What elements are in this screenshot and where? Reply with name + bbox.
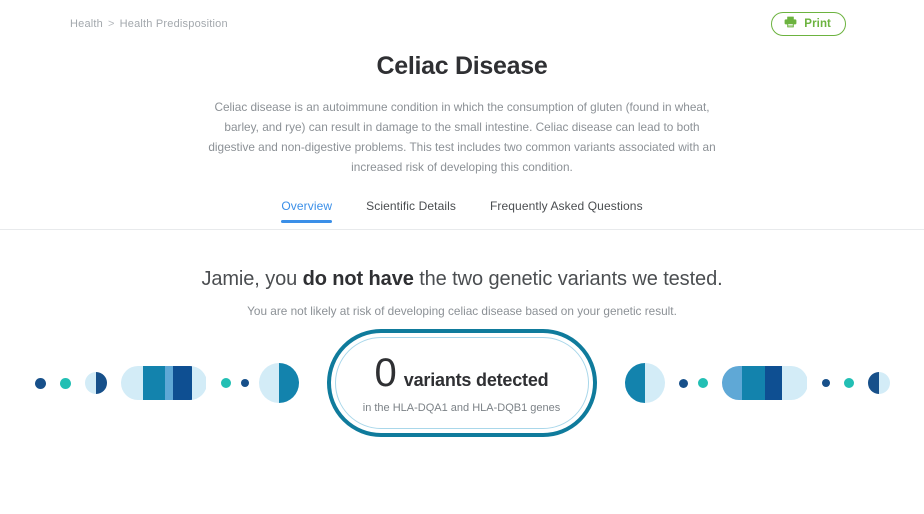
deco-dot-teal (60, 378, 71, 389)
print-button[interactable]: Print (771, 12, 846, 36)
tab-overview-label: Overview (281, 199, 332, 213)
tab-bar: Overview Scientific Details Frequently A… (0, 199, 924, 230)
deco-r-dot-teal-2 (844, 378, 854, 388)
deco-r-dot-navy-2 (822, 379, 830, 387)
result-headline-suffix: the two genetic variants we tested. (414, 268, 723, 290)
breadcrumb: Health > Health Predisposition (70, 18, 228, 30)
page-title: Celiac Disease (0, 48, 924, 81)
tab-frequently-asked-questions[interactable]: Frequently Asked Questions (490, 199, 643, 222)
deco-r-dot-navy (679, 379, 688, 388)
print-button-label: Print (804, 18, 831, 30)
deco-dot-navy (35, 378, 46, 389)
variant-genes-text: in the HLA-DQA1 and HLA-DQB1 genes (363, 402, 561, 414)
deco-r-half-circle-small (868, 372, 890, 394)
breadcrumb-item-health[interactable]: Health (70, 18, 103, 30)
result-headline: Jamie, you do not have the two genetic v… (0, 268, 924, 291)
tab-scientific-details[interactable]: Scientific Details (366, 199, 456, 222)
deco-dot-teal-2 (221, 378, 231, 388)
breadcrumb-item-health-predisposition[interactable]: Health Predisposition (120, 18, 228, 30)
result-section: Jamie, you do not have the two genetic v… (0, 268, 924, 318)
deco-pill-large (121, 366, 207, 400)
tab-faq-label: Frequently Asked Questions (490, 199, 643, 213)
deco-half-circle-small (85, 372, 107, 394)
variant-count-number: 0 (375, 353, 397, 393)
top-bar: Health > Health Predisposition Print (0, 0, 924, 48)
deco-dot-navy-2 (241, 379, 249, 387)
deco-r-pill-large (722, 366, 808, 400)
result-headline-emphasis: do not have (303, 268, 414, 290)
result-headline-prefix: Jamie, you (201, 268, 302, 290)
tab-scientific-details-label: Scientific Details (366, 199, 456, 213)
printer-icon (784, 15, 797, 33)
variant-count-label: variants detected (404, 370, 549, 391)
breadcrumb-separator: > (108, 18, 115, 30)
tab-overview[interactable]: Overview (281, 199, 332, 222)
variant-badge-row: 0 variants detected in the HLA-DQA1 and … (0, 318, 924, 448)
hero-section: Celiac Disease Celiac disease is an auto… (0, 48, 924, 177)
deco-half-circle-large (259, 363, 299, 403)
variant-count-badge: 0 variants detected in the HLA-DQA1 and … (327, 329, 597, 437)
deco-r-dot-teal (698, 378, 708, 388)
page-description: Celiac disease is an autoimmune conditio… (202, 97, 722, 177)
decoration-right (625, 363, 890, 403)
result-subtext: You are not likely at risk of developing… (0, 304, 924, 318)
decoration-left (35, 363, 299, 403)
deco-r-half-circle-large (625, 363, 665, 403)
